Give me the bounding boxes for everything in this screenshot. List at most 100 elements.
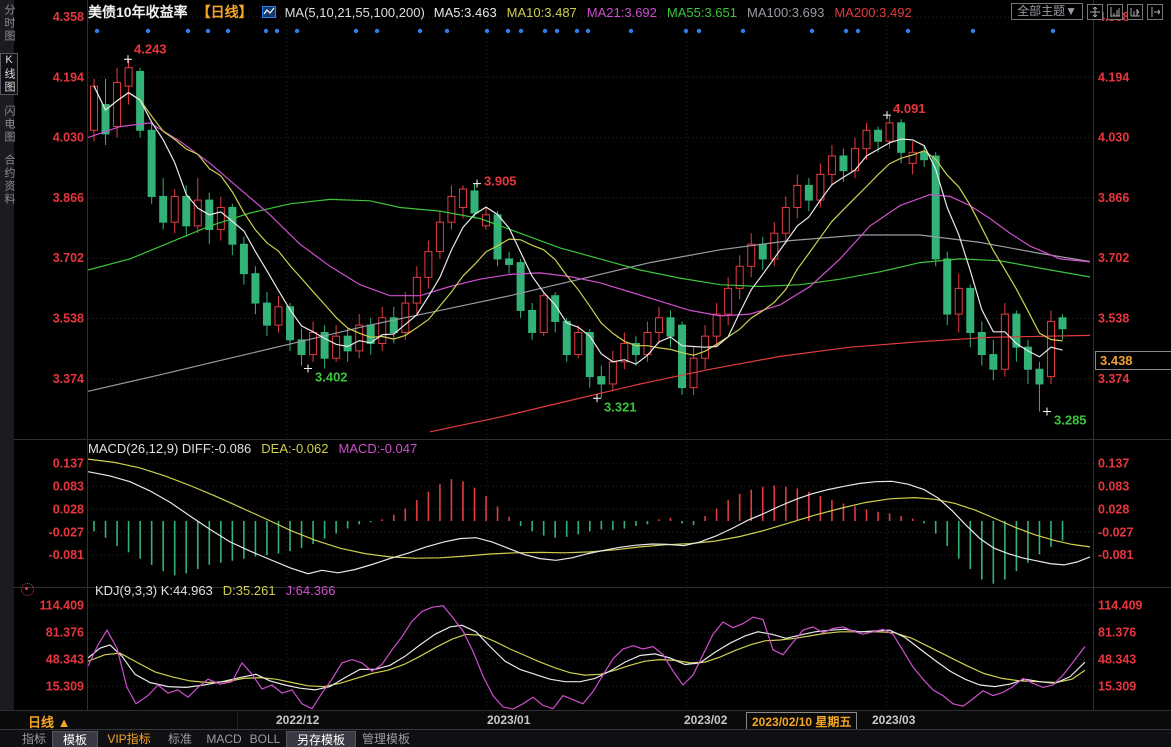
- instrument-title: 美债10年收益率: [88, 4, 188, 20]
- sidebar-item-2[interactable]: 闪电图: [1, 105, 17, 144]
- y-axis-label-right: 4.030: [1098, 131, 1129, 145]
- tab-1[interactable]: 模板: [52, 731, 98, 747]
- tab-3[interactable]: 标准: [158, 731, 202, 747]
- event-dot: [263, 28, 269, 34]
- event-dot: [374, 28, 380, 34]
- chart-type-sidebar: 分时图 K线图闪电图合约资料: [0, 0, 18, 710]
- event-dot: [518, 28, 524, 34]
- extreme-marker: [304, 364, 312, 373]
- macd-header-part-2: MACD:-0.047: [338, 441, 418, 456]
- y-axis-label-left: 0.137: [53, 457, 84, 471]
- axis-zoom-vertical-icon[interactable]: [1107, 3, 1123, 20]
- y-axis-label-right: 114.409: [1098, 598, 1143, 612]
- collapse-panel-icon[interactable]: [1147, 3, 1163, 20]
- candle-body: [678, 324, 687, 389]
- axis-zoom-horizontal-icon[interactable]: [1127, 3, 1143, 20]
- y-axis-label-left: 15.309: [46, 679, 84, 693]
- candle-body: [493, 214, 502, 260]
- event-dot: [94, 28, 100, 34]
- y-axis-label-right: -0.081: [1098, 548, 1133, 562]
- candle-body: [943, 258, 952, 315]
- event-dot: [843, 28, 849, 34]
- event-dot: [696, 28, 702, 34]
- macd-header: MACD(26,12,9) DIFF:-0.086 DEA:-0.062 MACD:…: [88, 441, 427, 456]
- ma200-line: [429, 334, 1091, 433]
- y-axis-label-right: 4.194: [1098, 70, 1129, 84]
- event-dot: [809, 28, 815, 34]
- indicator-alert-icon[interactable]: [21, 583, 34, 596]
- tab-0[interactable]: 指标: [12, 731, 56, 747]
- ma-values: MA5:3.463 MA10:3.487 MA21:3.692 MA55:3.651 M…: [434, 5, 922, 20]
- event-dot: [205, 28, 211, 34]
- candle-body: [1000, 313, 1009, 370]
- candle-body: [458, 188, 467, 208]
- ma10-line: [93, 85, 1063, 356]
- candle-body: [758, 243, 767, 260]
- candle-body: [262, 302, 271, 326]
- event-dot: [740, 28, 746, 34]
- header-controls: 全部主题▼: [1011, 3, 1163, 20]
- period-tag: 【日线】: [196, 4, 253, 20]
- candle-body: [954, 287, 963, 315]
- candle-body: [274, 306, 283, 326]
- extreme-marker: [124, 55, 132, 64]
- candle-body: [793, 184, 802, 208]
- ma21-line: [87, 122, 1091, 317]
- candle-body: [182, 195, 191, 227]
- candle-body: [193, 199, 202, 227]
- candle-body: [608, 361, 617, 385]
- y-axis-label-left: 3.374: [53, 372, 84, 386]
- candle-body: [654, 317, 663, 333]
- time-axis-label-0: 2022/12: [276, 713, 320, 727]
- kline-mini-icon: [261, 5, 276, 19]
- extreme-marker: [1043, 407, 1051, 416]
- candle-body: [781, 206, 790, 234]
- tab-6[interactable]: 另存模板: [286, 731, 356, 747]
- candle-body: [931, 155, 940, 260]
- extreme-label: 3.905: [484, 174, 517, 189]
- candle-body: [355, 324, 364, 352]
- event-dot: [145, 28, 151, 34]
- candle-body: [862, 129, 871, 150]
- y-axis-label-left: 4.030: [53, 131, 84, 145]
- y-axis-label-left: -0.027: [49, 525, 84, 539]
- y-axis-label-left: 4.358: [53, 10, 84, 24]
- event-dot: [185, 28, 191, 34]
- event-dot: [574, 28, 580, 34]
- sidebar-item-1[interactable]: K线图: [0, 53, 18, 95]
- extreme-label: 4.243: [134, 41, 167, 56]
- sidebar-item-3[interactable]: 合约资料: [1, 154, 17, 206]
- candle-body: [286, 306, 295, 341]
- event-dot: [554, 28, 560, 34]
- y-axis-label-left: 3.538: [53, 312, 84, 326]
- candle-body: [897, 122, 906, 153]
- extreme-label: 4.091: [893, 101, 926, 116]
- event-dot: [225, 28, 231, 34]
- candle-body: [505, 258, 514, 265]
- candle-body: [1058, 317, 1067, 330]
- tab-4[interactable]: MACD: [204, 731, 244, 747]
- tab-7[interactable]: 管理模板: [354, 731, 418, 747]
- ma-value-4: MA100:3.693: [747, 4, 825, 20]
- y-axis-label-left: 4.194: [53, 70, 84, 84]
- candle-body: [724, 287, 733, 315]
- time-axis-label-2: 2023/02: [684, 713, 728, 727]
- tab-5[interactable]: BOLL: [246, 731, 284, 747]
- crosshair-fit-icon[interactable]: [1087, 3, 1103, 20]
- ma55-line: [87, 198, 1091, 288]
- candle-body: [1012, 313, 1021, 348]
- candle-body: [147, 129, 156, 197]
- ma-value-3: MA55:3.651: [666, 4, 737, 20]
- all-themes-button[interactable]: 全部主题▼: [1011, 3, 1083, 20]
- chart-canvas[interactable]: 4.2433.9054.0913.4023.3213.2854.3584.358…: [0, 0, 1171, 710]
- y-axis-label-right: 15.309: [1098, 679, 1136, 693]
- event-dot: [628, 28, 634, 34]
- tab-2[interactable]: VIP指标: [100, 731, 158, 747]
- y-axis-label-right: 48.343: [1098, 652, 1136, 666]
- candle-body: [1035, 368, 1044, 385]
- event-dot: [905, 28, 911, 34]
- event-dot: [1050, 28, 1056, 34]
- sidebar-item-0[interactable]: 分时图: [1, 4, 17, 43]
- candle-body: [424, 251, 433, 278]
- y-axis-label-left: 114.409: [40, 598, 85, 612]
